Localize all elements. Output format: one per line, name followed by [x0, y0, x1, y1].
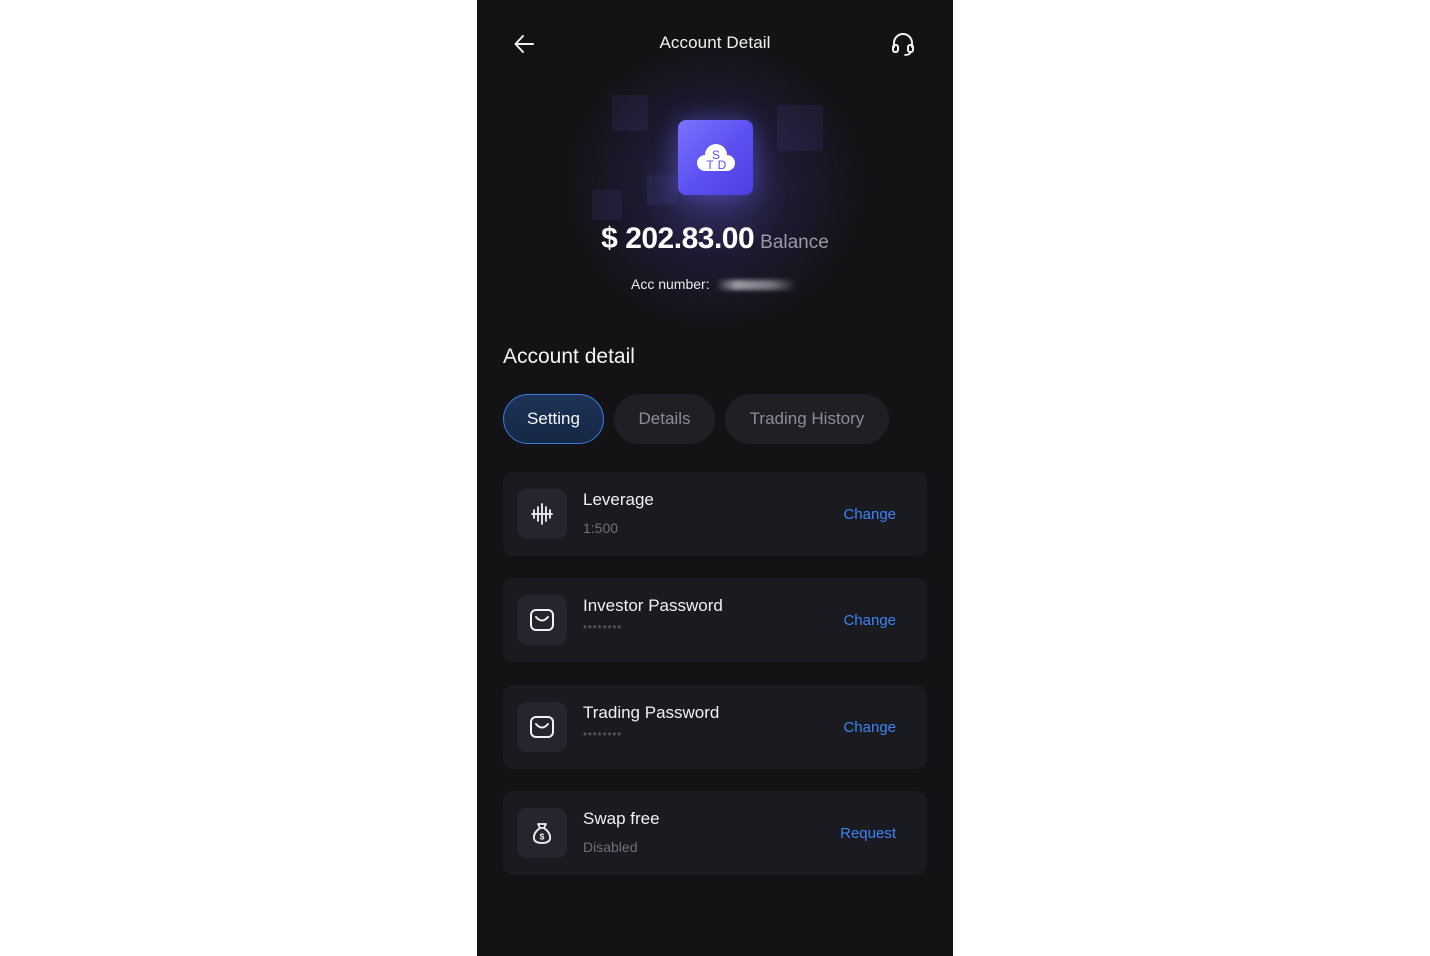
wallet-icon-box: [517, 702, 567, 752]
svg-text:T: T: [706, 158, 714, 172]
change-trading-password-button[interactable]: Change: [843, 719, 896, 736]
glow-pixel: [612, 95, 648, 131]
setting-card-leverage: Leverage 1:500 Change: [503, 472, 927, 556]
tab-bar: Setting Details Trading History: [503, 394, 889, 446]
balance-amount: $ 202.83.00: [601, 222, 755, 255]
setting-value: ********: [583, 624, 623, 635]
setting-title: Swap free: [583, 809, 660, 828]
account-number: Acc number:: [631, 276, 796, 292]
account-number-redacted: [715, 280, 796, 291]
svg-text:$: $: [540, 832, 545, 842]
tab-details[interactable]: Details: [614, 394, 715, 444]
money-bag-icon: $: [532, 823, 552, 844]
money-bag-icon-box: $: [517, 808, 567, 858]
balance-label: Balance: [760, 232, 829, 253]
change-investor-password-button[interactable]: Change: [843, 612, 896, 629]
glow-pixel: [647, 175, 677, 205]
std-cloud-icon: S T D: [696, 143, 735, 172]
glow-pixel: [777, 105, 823, 151]
setting-value: ********: [583, 731, 623, 742]
wallet-icon: [530, 716, 554, 738]
glow-pixel: [592, 190, 622, 220]
account-type-logo: S T D: [678, 120, 753, 195]
page-title: Account Detail: [659, 33, 771, 52]
svg-text:D: D: [717, 158, 726, 172]
balance-display: $ 202.83.00 Balance: [477, 222, 953, 256]
change-leverage-button[interactable]: Change: [843, 506, 896, 523]
leverage-icon: [531, 503, 553, 525]
leverage-icon-box: [517, 489, 567, 539]
wallet-icon: [530, 609, 554, 631]
request-swap-free-button[interactable]: Request: [840, 825, 896, 842]
setting-card-trading-password: Trading Password ******** Change: [503, 685, 927, 769]
setting-card-swap-free: $ Swap free Disabled Request: [503, 791, 927, 875]
tab-trading-history[interactable]: Trading History: [725, 394, 889, 444]
setting-title: Trading Password: [583, 703, 720, 722]
account-number-label: Acc number:: [631, 276, 710, 292]
section-title: Account detail: [503, 345, 635, 368]
wallet-icon-box: [517, 595, 567, 645]
setting-card-investor-password: Investor Password ******** Change: [503, 578, 927, 662]
headset-icon: [892, 33, 914, 56]
setting-value: 1:500: [583, 520, 619, 536]
setting-value: Disabled: [583, 839, 638, 855]
app-screen: Account Detail S T D $ 202.83.00 Balance …: [477, 0, 953, 956]
setting-title: Leverage: [583, 490, 654, 509]
top-bar: Account Detail: [477, 20, 953, 68]
tab-setting[interactable]: Setting: [503, 394, 604, 444]
setting-title: Investor Password: [583, 596, 723, 615]
support-button[interactable]: [889, 30, 917, 58]
